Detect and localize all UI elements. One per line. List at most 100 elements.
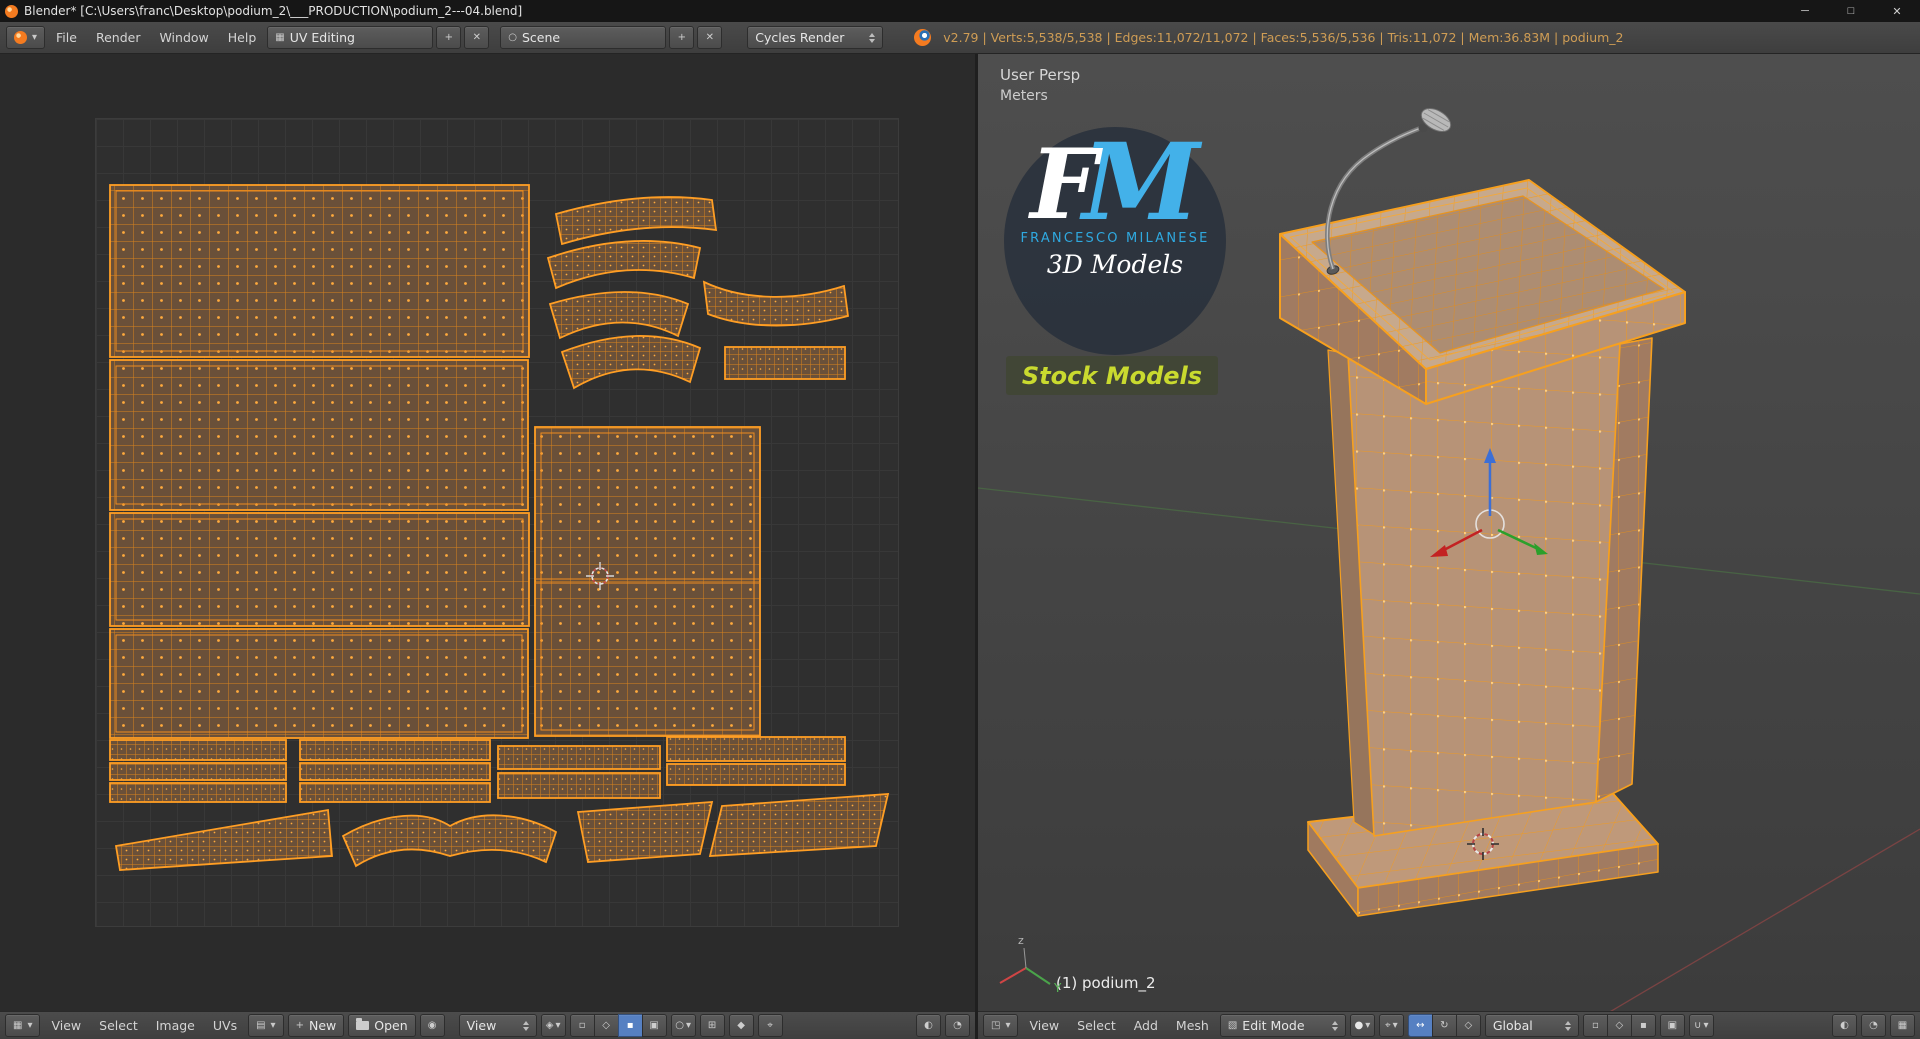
v3d-menu-add[interactable]: Add — [1127, 1013, 1165, 1039]
plus-icon: + — [295, 1020, 304, 1031]
scene-3d — [978, 108, 1920, 1011]
sticky-selection-button[interactable]: ◈ ▾ — [540, 1014, 566, 1037]
snap-uv-button[interactable]: ⊞ — [699, 1014, 725, 1037]
menu-render[interactable]: Render — [88, 23, 149, 53]
transform-orientation-selector[interactable]: Global — [1484, 1014, 1579, 1037]
blender-window: Blender* [C:\Users\franc\Desktop\podium_… — [0, 0, 1920, 1039]
chevron-down-icon: ▾ — [270, 1020, 276, 1031]
manipulator-scale-button[interactable]: ◇ — [1455, 1014, 1481, 1037]
uv-canvas[interactable] — [0, 54, 975, 1011]
add-layout-button[interactable]: + — [436, 26, 462, 49]
maximize-button[interactable]: □ — [1828, 0, 1874, 22]
manipulator-group: ↔ ↻ ◇ — [1407, 1014, 1481, 1037]
view-name-label: User Persp — [1000, 66, 1081, 84]
mesh-select-vertex-button[interactable]: ▫ — [1582, 1014, 1608, 1037]
interaction-mode-value: Edit Mode — [1242, 1018, 1305, 1033]
delete-layout-button[interactable]: ✕ — [464, 26, 490, 49]
chevron-down-icon: ▾ — [1005, 1020, 1011, 1031]
viewport-3d: F M FRANCESCO MILANESE 3D Models Stock M… — [978, 54, 1920, 1039]
pivot-point-selector[interactable]: ⌖ ▾ — [1378, 1014, 1404, 1037]
axis-y-label: Y — [1053, 981, 1062, 995]
close-button[interactable]: ✕ — [1874, 0, 1920, 22]
viewport-canvas[interactable]: F M FRANCESCO MILANESE 3D Models Stock M… — [978, 54, 1920, 1011]
uv-select-face-button[interactable]: ▪ — [617, 1014, 643, 1037]
render-engine-selector[interactable]: Cycles Render — [747, 26, 884, 49]
uv-layout — [109, 184, 890, 871]
uv-normals-button[interactable]: ◆ — [728, 1014, 754, 1037]
uv-menu-select[interactable]: Select — [92, 1013, 145, 1039]
uv-island-group[interactable] — [109, 184, 890, 871]
image-icon: ▤ — [256, 1020, 266, 1031]
uv-select-mode-group: ▫ ◇ ▪ ▣ — [569, 1014, 667, 1037]
snap-magnet-button[interactable]: ∪ ▾ — [1688, 1014, 1714, 1037]
info-editor-type-selector[interactable]: ▾ — [6, 26, 46, 49]
mesh-select-mode-group: ▫ ◇ ▪ — [1582, 1014, 1656, 1037]
layout-icon: ▦ — [275, 32, 285, 43]
manipulator-rotate-button[interactable]: ↻ — [1431, 1014, 1457, 1037]
podium-mesh[interactable] — [1279, 179, 1686, 917]
scene-name: Scene — [522, 30, 561, 45]
delete-scene-button[interactable]: ✕ — [697, 26, 723, 49]
v3d-menu-view[interactable]: View — [1022, 1013, 1066, 1039]
stepper-arrows-icon — [522, 1020, 529, 1031]
opengl-render-anim-button[interactable]: ◔ — [1861, 1014, 1886, 1037]
uv-pivot-button[interactable]: ⌖ — [757, 1014, 783, 1037]
scene-statistics: v2.79 | Verts:5,538/5,538 | Edges:11,072… — [943, 30, 1624, 45]
manipulator-translate-button[interactable]: ↔ — [1407, 1014, 1433, 1037]
pin-image-button[interactable]: ◉ — [419, 1014, 445, 1037]
edit-mode-icon: ▧ — [1227, 1020, 1238, 1031]
orientation-value: Global — [1492, 1018, 1533, 1033]
editor-mode-value: View — [466, 1018, 497, 1033]
menu-file[interactable]: File — [48, 23, 85, 53]
uv-menu-image[interactable]: Image — [149, 1013, 202, 1039]
view3d-header: ◳ ▾ View Select Add Mesh ▧ Edit Mode ● ▾ — [978, 1011, 1920, 1039]
limit-selection-button[interactable]: ▣ — [1659, 1014, 1685, 1037]
title-bar: Blender* [C:\Users\franc\Desktop\podium_… — [0, 0, 1920, 22]
uv-select-edge-button[interactable]: ◇ — [593, 1014, 619, 1037]
proportional-edit-button[interactable]: ○ ▾ — [670, 1014, 696, 1037]
editor-mode-selector[interactable]: View — [458, 1014, 537, 1037]
mesh-select-face-button[interactable]: ▪ — [1630, 1014, 1656, 1037]
axis-z-label: z — [1018, 934, 1024, 947]
menu-window[interactable]: Window — [151, 23, 216, 53]
viewport-shading-selector[interactable]: ● ▾ — [1349, 1014, 1375, 1037]
mini-axis-gizmo: Y z — [999, 934, 1062, 995]
mesh-select-edge-button[interactable]: ◇ — [1606, 1014, 1632, 1037]
interaction-mode-selector[interactable]: ▧ Edit Mode — [1219, 1014, 1346, 1037]
stepper-arrows-icon — [1331, 1020, 1338, 1031]
view3d-editor-type-selector[interactable]: ◳ ▾ — [983, 1014, 1019, 1037]
header-extra-button[interactable]: ▦ — [1890, 1014, 1915, 1037]
add-scene-button[interactable]: + — [669, 26, 695, 49]
info-header: ▾ File Render Window Help ▦ UV Editing +… — [0, 22, 1920, 54]
uv-update-button[interactable]: ◔ — [945, 1014, 970, 1037]
screen-layout-name: UV Editing — [289, 30, 355, 45]
chevron-down-icon: ▾ — [32, 32, 38, 43]
uv-draw-other-button[interactable]: ◐ — [916, 1014, 941, 1037]
image-open-button[interactable]: Open — [348, 1014, 416, 1037]
scene-icon: ○ — [508, 32, 517, 43]
screen-layout-selector[interactable]: ▦ UV Editing — [267, 26, 434, 49]
minimize-button[interactable]: ─ — [1782, 0, 1828, 22]
menu-help[interactable]: Help — [220, 23, 265, 53]
uv-select-vertex-button[interactable]: ▫ — [569, 1014, 595, 1037]
blender-menu-icon — [14, 31, 27, 44]
stepper-arrows-icon — [1564, 1020, 1571, 1031]
view3d-editor-icon: ◳ — [991, 1020, 1001, 1031]
v3d-menu-select[interactable]: Select — [1070, 1013, 1123, 1039]
scene-selector[interactable]: ○ Scene — [500, 26, 667, 49]
image-new-button[interactable]: + New — [287, 1014, 345, 1037]
opengl-render-button[interactable]: ◐ — [1832, 1014, 1857, 1037]
blender-app-icon — [5, 4, 18, 18]
v3d-menu-mesh[interactable]: Mesh — [1169, 1013, 1216, 1039]
folder-icon — [356, 1018, 370, 1030]
uv-editor-type-selector[interactable]: ▦ ▾ — [5, 1014, 41, 1037]
uv-menu-uvs[interactable]: UVs — [206, 1013, 244, 1039]
chevron-down-icon: ▾ — [27, 1020, 33, 1031]
uv-editor-header: ▦ ▾ View Select Image UVs ▤ ▾ + New Open — [0, 1011, 975, 1039]
uv-select-island-button[interactable]: ▣ — [641, 1014, 667, 1037]
window-title: Blender* [C:\Users\franc\Desktop\podium_… — [24, 4, 523, 18]
blender-logo-icon — [914, 29, 932, 46]
image-datablock-selector[interactable]: ▤ ▾ — [248, 1014, 284, 1037]
engine-name: Cycles Render — [755, 30, 845, 45]
uv-menu-view[interactable]: View — [44, 1013, 88, 1039]
